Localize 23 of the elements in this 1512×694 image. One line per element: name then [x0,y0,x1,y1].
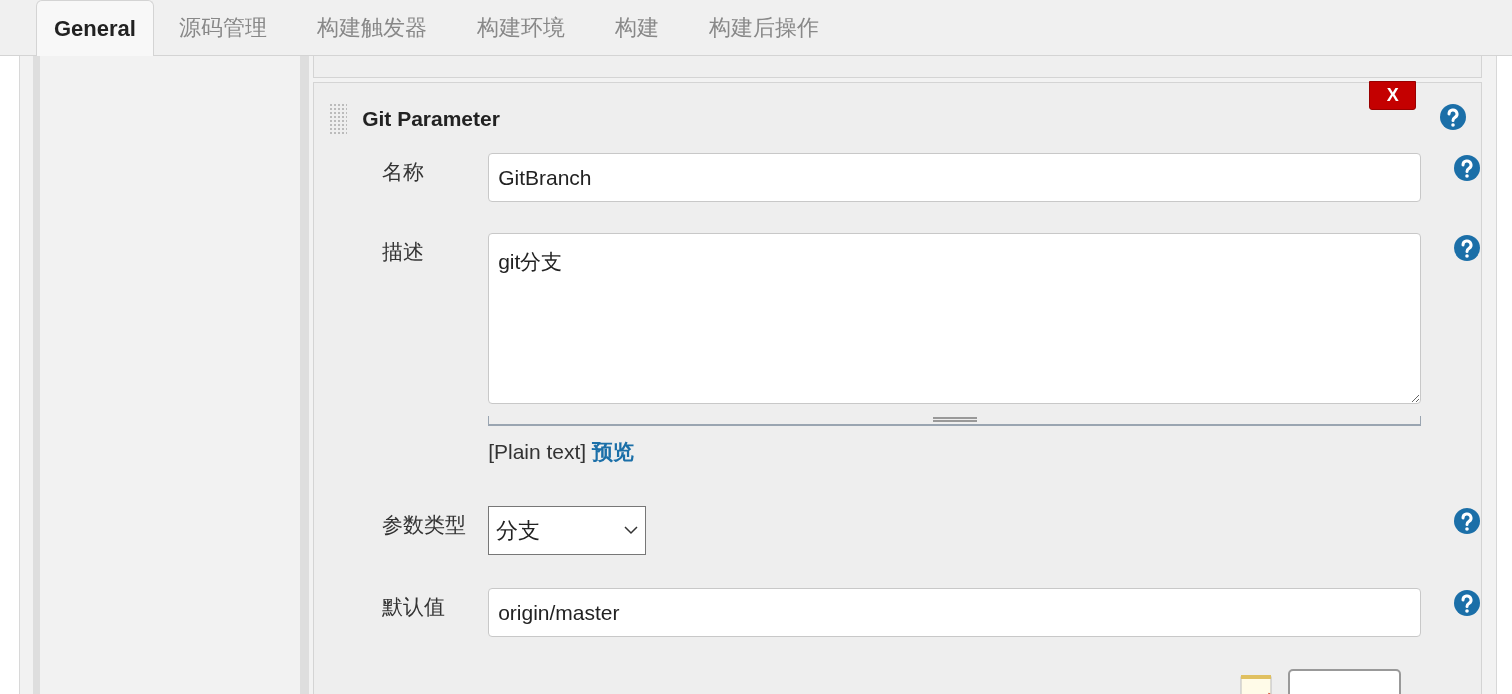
help-icon[interactable] [1453,234,1482,262]
help-icon[interactable] [1453,154,1482,182]
delete-button[interactable]: X [1369,81,1417,110]
text-field[interactable]: GitBranch [488,153,1422,202]
type-select[interactable]: 分支 [488,506,647,555]
field-label: 名称 [381,159,426,185]
field-label: 描述 [381,239,426,265]
help-icon[interactable] [1439,103,1468,131]
field-label: 默认值 [381,594,447,620]
preview-link[interactable]: 预览 [592,438,635,466]
tab[interactable]: 构建触发器 [299,0,444,55]
format-note: [Plain text] [488,439,587,465]
chevron-down-icon [624,526,639,535]
help-icon[interactable] [1453,507,1482,535]
field-label: 参数类型 [381,512,468,538]
tab[interactable]: 构建 [597,0,676,55]
help-icon[interactable] [1453,589,1482,617]
description-field[interactable]: git分支 [488,233,1422,404]
section-title: Git Parameter [362,106,500,133]
tab[interactable]: 构建环境 [459,0,582,55]
text-field[interactable]: origin/master [488,588,1422,637]
resize-handle[interactable] [488,416,1422,426]
tab[interactable]: General [36,0,154,56]
